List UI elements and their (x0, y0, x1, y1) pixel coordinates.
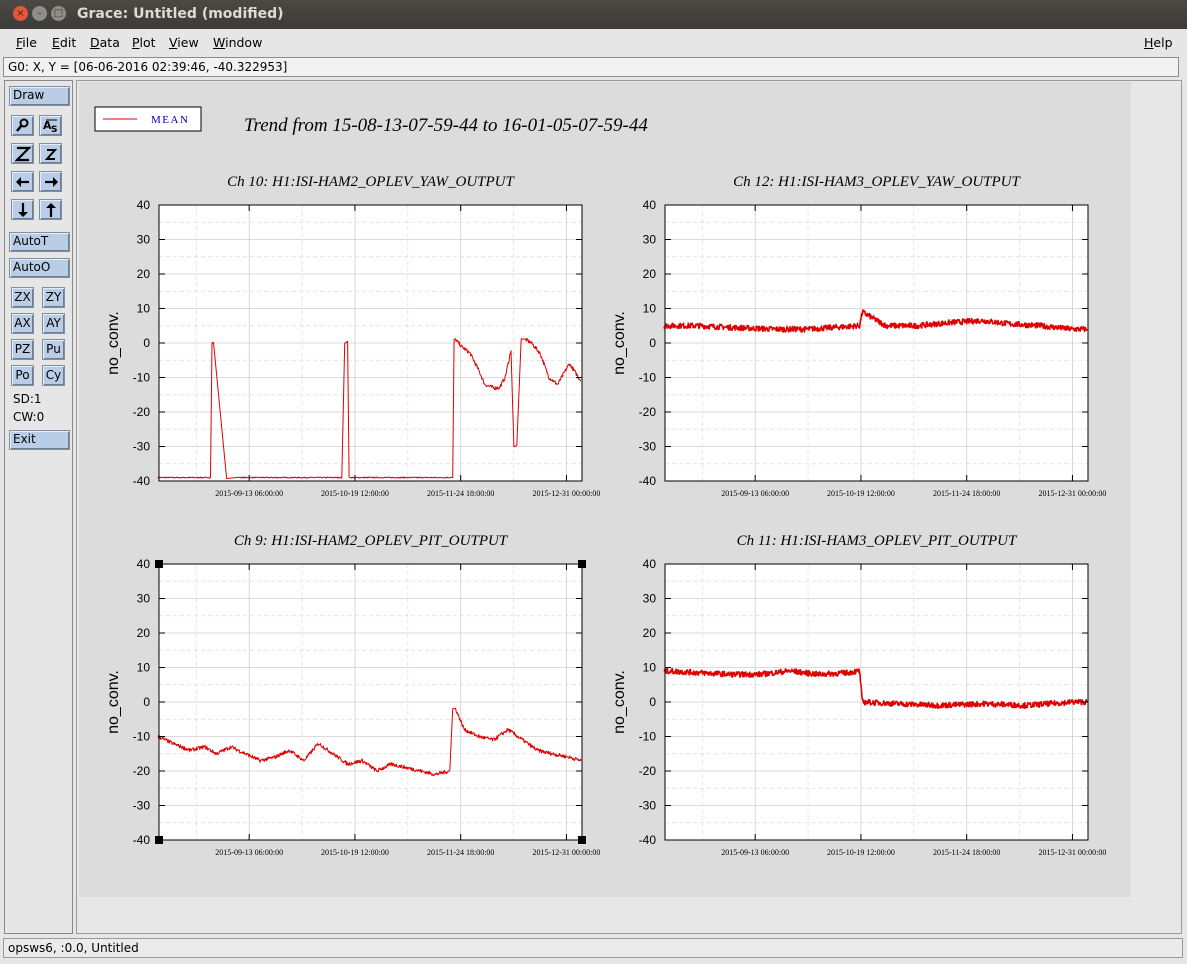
y-tick-label: -40 (133, 474, 151, 488)
x-tick-label: 2015-12-31 00:00:00 (1039, 848, 1107, 857)
x-tick-label: 2015-11-24 18:00:00 (933, 848, 1000, 857)
y-axis-label: no_conv. (105, 311, 122, 375)
legend-label: MEAN (151, 114, 189, 126)
legend-box[interactable]: MEAN (94, 106, 202, 132)
y-tick-label: -10 (133, 371, 151, 385)
y-tick-label: -30 (639, 440, 657, 454)
x-tick-label: 2015-12-31 00:00:00 (1039, 489, 1107, 498)
y-tick-label: -20 (133, 764, 151, 778)
chart-1: -40 -30 -20 -10 0 10 20 30 40 2015-09-13 06:00:00… (105, 174, 600, 498)
y-tick-label: -40 (133, 833, 151, 847)
y-tick-label: 0 (649, 695, 656, 709)
x-tick-label: 2015-09-13 06:00:00 (721, 489, 789, 498)
y-tick-label: 30 (643, 233, 657, 247)
selection-handle (155, 560, 163, 568)
y-tick-label: -20 (639, 405, 657, 419)
y-tick-label: -40 (639, 474, 657, 488)
chart-title: Ch 9: H1:ISI-HAM2_OPLEV_PIT_OUTPUT (234, 533, 509, 549)
y-tick-label: 10 (137, 302, 151, 316)
x-tick-label: 2015-10-19 12:00:00 (827, 489, 895, 498)
y-tick-label: -10 (133, 730, 151, 744)
selection-handle (578, 836, 586, 844)
chart-title: Ch 10: H1:ISI-HAM2_OPLEV_YAW_OUTPUT (227, 174, 515, 190)
y-tick-label: 0 (143, 336, 150, 350)
y-axis-label: no_conv. (611, 670, 628, 734)
x-tick-label: 2015-09-13 06:00:00 (215, 848, 283, 857)
y-tick-label: 40 (643, 557, 657, 571)
y-tick-label: 0 (649, 336, 656, 350)
y-tick-label: -20 (639, 764, 657, 778)
x-tick-label: 2015-10-19 12:00:00 (827, 848, 895, 857)
y-tick-label: 10 (643, 302, 657, 316)
x-tick-label: 2015-11-24 18:00:00 (933, 489, 1000, 498)
selection-handle (578, 560, 586, 568)
chart-2: -40 -30 -20 -10 0 10 20 30 40 2015-09-13 06:00:00… (611, 174, 1106, 498)
y-tick-label: 20 (643, 626, 657, 640)
y-tick-label: 10 (643, 661, 657, 675)
x-tick-label: 2015-10-19 12:00:00 (321, 848, 389, 857)
y-tick-label: 40 (137, 198, 151, 212)
x-tick-label: 2015-12-31 00:00:00 (533, 848, 601, 857)
x-tick-label: 2015-09-13 06:00:00 (721, 848, 789, 857)
chart-title: Ch 12: H1:ISI-HAM3_OPLEV_YAW_OUTPUT (733, 174, 1021, 190)
chart-title: Ch 11: H1:ISI-HAM3_OPLEV_PIT_OUTPUT (737, 533, 1018, 549)
y-tick-label: 40 (643, 198, 657, 212)
x-tick-label: 2015-11-24 18:00:00 (427, 848, 494, 857)
x-tick-label: 2015-09-13 06:00:00 (215, 489, 283, 498)
y-tick-label: 30 (137, 592, 151, 606)
y-tick-label: 10 (137, 661, 151, 675)
y-tick-label: -10 (639, 730, 657, 744)
y-tick-label: 40 (137, 557, 151, 571)
graphs-svg: MEAN Trend from 15-08-13-07-59-44 to 16-… (94, 106, 1106, 857)
y-tick-label: -30 (639, 799, 657, 813)
y-tick-label: 0 (143, 695, 150, 709)
y-tick-label: -10 (639, 371, 657, 385)
y-tick-label: 20 (137, 626, 151, 640)
y-axis-label: no_conv. (105, 670, 122, 734)
chart-4: -40 -30 -20 -10 0 10 20 30 40 2015-09-13 06:00:00… (611, 533, 1106, 857)
y-axis-label: no_conv. (611, 311, 628, 375)
y-tick-label: -20 (133, 405, 151, 419)
selection-handle (155, 836, 163, 844)
y-tick-label: -40 (639, 833, 657, 847)
x-tick-label: 2015-12-31 00:00:00 (533, 489, 601, 498)
x-tick-label: 2015-10-19 12:00:00 (321, 489, 389, 498)
y-tick-label: 20 (137, 267, 151, 281)
chart-3: -40 -30 -20 -10 0 10 20 30 40 2015-09-13 06:00:00… (105, 533, 600, 857)
y-tick-label: -30 (133, 799, 151, 813)
status-bar: opsws6, :0.0, Untitled (3, 938, 1183, 958)
x-tick-label: 2015-11-24 18:00:00 (427, 489, 494, 498)
y-tick-label: 30 (643, 592, 657, 606)
status-text: opsws6, :0.0, Untitled (8, 941, 139, 955)
y-tick-label: 20 (643, 267, 657, 281)
y-tick-label: -30 (133, 440, 151, 454)
y-tick-label: 30 (137, 233, 151, 247)
figure-title: Trend from 15-08-13-07-59-44 to 16-01-05… (244, 115, 648, 136)
